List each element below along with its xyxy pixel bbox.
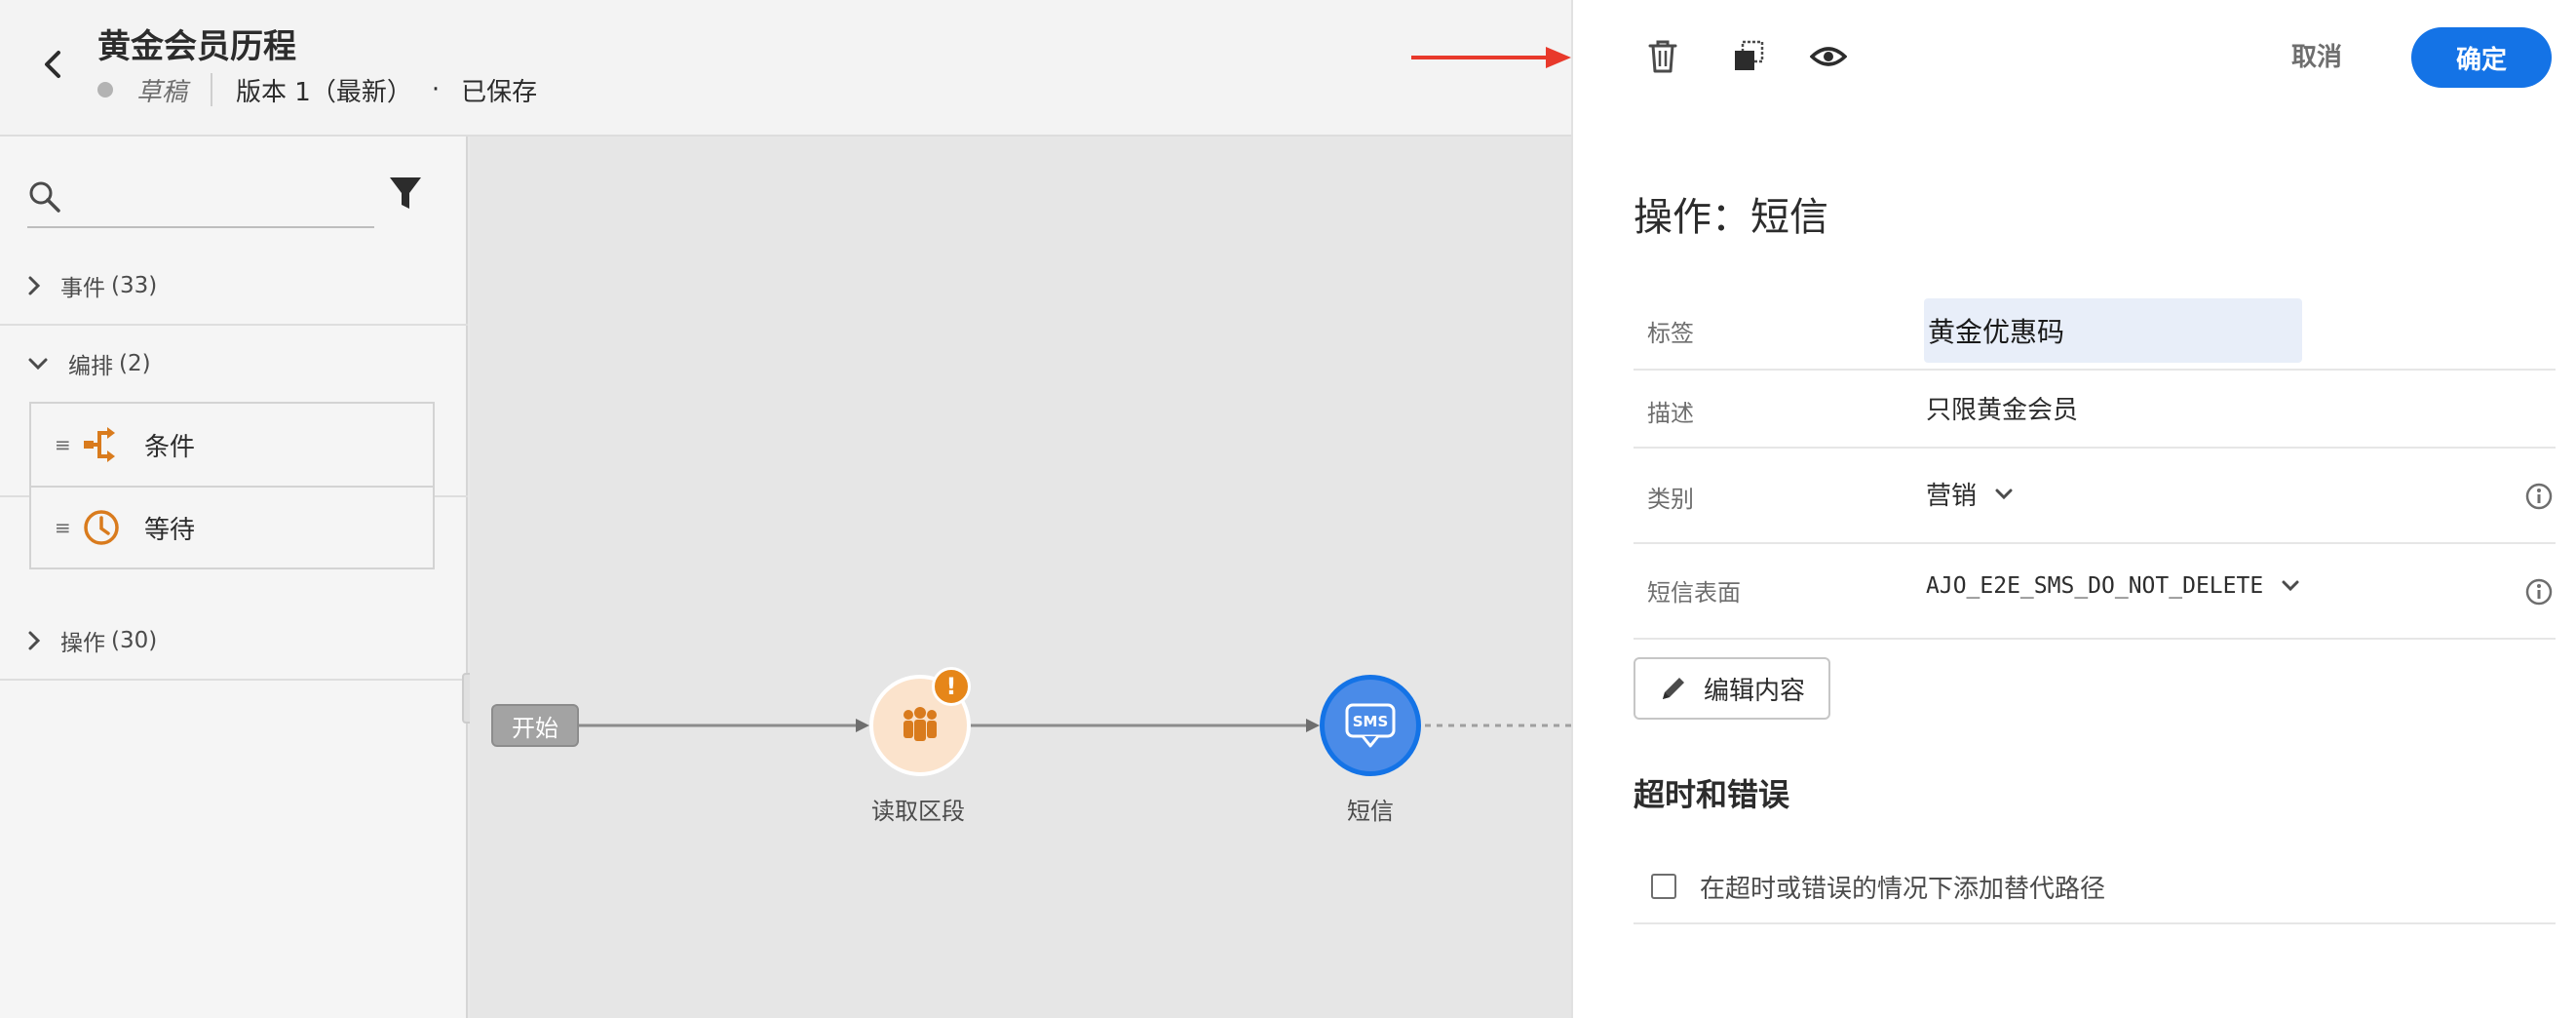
funnel-icon (390, 177, 421, 209)
trash-icon (1648, 40, 1677, 73)
group-count: (33) (111, 273, 158, 298)
node-label: 读取区段 (871, 798, 965, 825)
sms-surface-picker[interactable]: AJO_E2E_SMS_DO_NOT_DELETE (1926, 573, 2300, 599)
journey-canvas[interactable]: 开始 ! 读取区段 SMS 短信 (470, 137, 1571, 1018)
back-button[interactable] (35, 45, 70, 84)
description-field[interactable]: 只限黄金会员 (1926, 390, 2078, 426)
delete-button[interactable] (1641, 35, 1684, 78)
orchestration-items: ≡ 条件 ≡ 等待 (29, 402, 435, 569)
section-title-timeout: 超时和错误 (1634, 776, 1790, 813)
properties-pane: 取消 确定 操作：短信 标签 描述 只限黄金会员 类别 营销 短信表面 AJO_… (1571, 0, 2576, 1018)
chevron-left-icon (45, 51, 60, 78)
chevron-right-icon (28, 276, 41, 295)
palette-item-wait[interactable]: ≡ 等待 (31, 486, 433, 568)
pencil-icon (1662, 678, 1684, 699)
status-badge: 草稿 (136, 77, 188, 107)
group-count: (30) (111, 628, 158, 653)
filter-button[interactable] (386, 172, 425, 215)
palette-search (27, 170, 374, 228)
group-label: 操作 (60, 631, 105, 656)
version-label: 版本 1（最新） (236, 77, 412, 107)
category-picker[interactable]: 营销 (1926, 476, 2014, 512)
status-dot-icon (97, 82, 113, 98)
checkbox-label: 在超时或错误的情况下添加替代路径 (1700, 874, 2106, 904)
palette-item-condition[interactable]: ≡ 条件 (31, 404, 433, 486)
meta-separator: · (431, 75, 441, 104)
field-label: 描述 (1647, 400, 1694, 427)
field-row-description: 描述 只限黄金会员 (1634, 371, 2556, 449)
field-row-sms-surface: 短信表面 AJO_E2E_SMS_DO_NOT_DELETE (1634, 544, 2556, 640)
audience-icon (904, 707, 937, 741)
group-actions-toggle[interactable]: 操作 (30) (0, 603, 468, 679)
confirm-button[interactable]: 确定 (2411, 27, 2552, 88)
duplicate-button[interactable] (1727, 35, 1770, 78)
group-actions: 操作 (30) (0, 603, 468, 681)
preview-button[interactable] (1807, 35, 1850, 78)
search-input[interactable] (72, 176, 365, 218)
edit-content-button[interactable]: 编辑内容 (1634, 657, 1830, 720)
info-icon[interactable] (2524, 577, 2554, 607)
journey-editor: 黄金会员历程 草稿 版本 1（最新） · 已保存 事件 (33) 编排 (2) … (0, 0, 1571, 1018)
chevron-right-icon (28, 631, 41, 650)
field-label: 标签 (1647, 320, 1694, 347)
activity-palette: 事件 (33) 编排 (2) ≡ 条件 ≡ 等待 操作 (30) (0, 137, 468, 1018)
group-events: 事件 (33) (0, 248, 468, 326)
journey-meta: 草稿 版本 1（最新） · 已保存 (97, 70, 537, 109)
chevron-down-icon (1995, 489, 2013, 499)
wait-clock-icon (84, 510, 119, 545)
group-orchestration-toggle[interactable]: 编排 (2) (0, 326, 468, 402)
field-row-category: 类别 营销 (1634, 449, 2556, 544)
save-status: 已保存 (461, 77, 538, 107)
alt-path-checkbox[interactable] (1651, 874, 1676, 899)
search-icon (29, 181, 60, 213)
alt-path-option: 在超时或错误的情况下添加替代路径 (1634, 850, 2556, 924)
palette-item-label: 等待 (144, 515, 196, 545)
drag-handle-icon[interactable]: ≡ (55, 516, 82, 539)
sms-node[interactable]: SMS (1320, 675, 1421, 776)
sms-icon-text: SMS (1353, 713, 1389, 730)
chevron-down-icon (2282, 580, 2299, 592)
page-title: 黄金会员历程 (97, 27, 296, 66)
field-label: 类别 (1647, 486, 1694, 513)
field-row-label: 标签 (1634, 291, 2556, 371)
divider (211, 73, 213, 106)
warning-badge: ! (932, 667, 971, 706)
info-icon[interactable] (2524, 482, 2554, 511)
group-count: (2) (119, 351, 151, 376)
category-value: 营销 (1926, 482, 1978, 511)
group-label: 事件 (60, 276, 105, 301)
journey-header: 黄金会员历程 草稿 版本 1（最新） · 已保存 (0, 0, 1571, 137)
group-events-toggle[interactable]: 事件 (33) (0, 248, 468, 324)
condition-icon (84, 427, 115, 462)
pane-title: 操作：短信 (1634, 195, 1828, 240)
palette-item-label: 条件 (144, 432, 196, 462)
preview-eye-icon (1810, 47, 1847, 66)
duplicate-icon (1735, 40, 1764, 70)
chevron-down-icon (28, 358, 48, 371)
annotation-arrow (1411, 47, 1571, 68)
group-label: 编排 (68, 354, 113, 379)
sms-surface-value: AJO_E2E_SMS_DO_NOT_DELETE (1926, 573, 2264, 599)
edit-content-label: 编辑内容 (1703, 676, 1805, 706)
connector-lines (579, 719, 1571, 732)
sms-icon: SMS (1345, 703, 1396, 748)
label-input[interactable] (1924, 298, 2302, 363)
drag-handle-icon[interactable]: ≡ (55, 433, 82, 456)
start-node[interactable]: 开始 (491, 704, 579, 747)
cancel-button[interactable]: 取消 (2263, 35, 2370, 74)
node-label: 短信 (1347, 798, 1394, 825)
field-label: 短信表面 (1647, 579, 1741, 607)
